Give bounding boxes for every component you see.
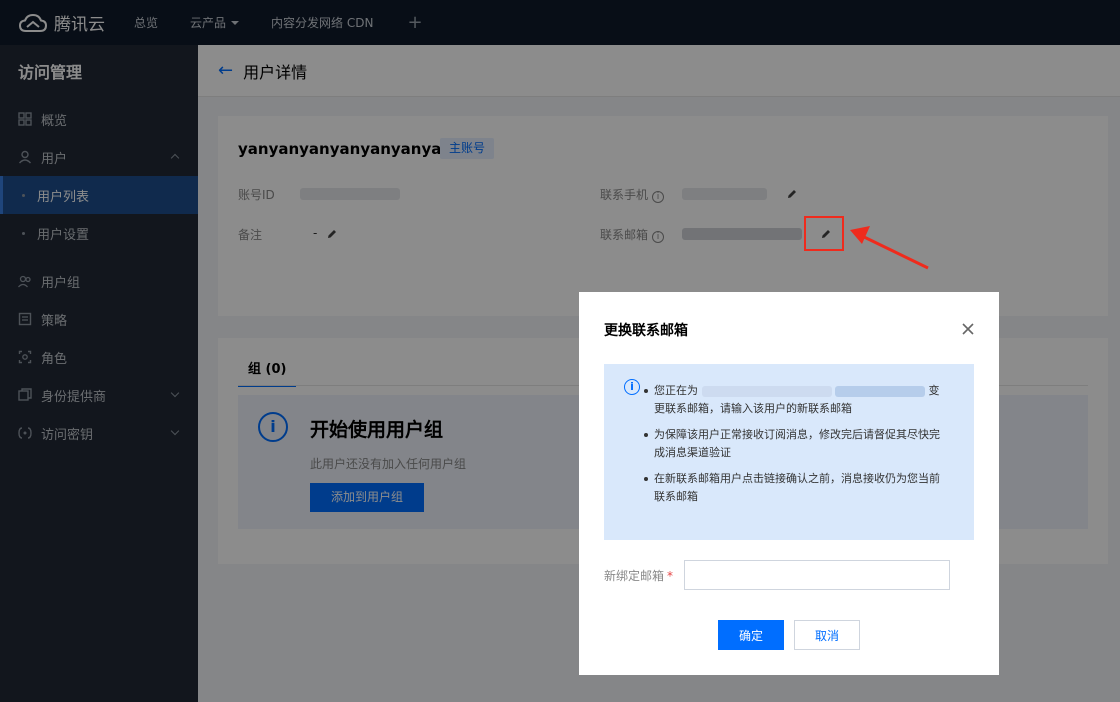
notice-item: 在新联系邮箱用户点击链接确认之前，消息接收仍为您当前联系邮箱 xyxy=(644,470,944,506)
redacted-user xyxy=(701,385,832,397)
redacted-user xyxy=(835,385,925,397)
new-email-input[interactable] xyxy=(684,560,950,590)
confirm-button[interactable]: 确定 xyxy=(718,620,784,650)
notice-item: 您正在为 变更联系邮箱，请输入该用户的新联系邮箱 xyxy=(644,382,944,418)
notice-list: 您正在为 变更联系邮箱，请输入该用户的新联系邮箱 为保障该用户正常接收订阅消息，… xyxy=(644,382,944,514)
info-icon: i xyxy=(624,379,640,395)
new-email-label: 新绑定邮箱 * xyxy=(604,569,674,583)
notice-item: 为保障该用户正常接收订阅消息，修改完后请督促其尽快完成消息渠道验证 xyxy=(644,426,944,462)
notice-box: i 您正在为 变更联系邮箱，请输入该用户的新联系邮箱 为保障该用户正常接收订阅消… xyxy=(604,364,974,540)
dialog-title: 更换联系邮箱 xyxy=(604,323,688,339)
annotation-arrow-icon xyxy=(850,226,929,270)
required-mark: * xyxy=(667,569,674,583)
change-email-dialog: 更换联系邮箱 i 您正在为 变更联系邮箱，请输入该用户的新联系邮箱 为保障该用户… xyxy=(579,292,999,675)
cancel-button[interactable]: 取消 xyxy=(794,620,860,650)
annotation-highlight-box xyxy=(804,216,844,251)
close-icon[interactable] xyxy=(960,321,976,337)
